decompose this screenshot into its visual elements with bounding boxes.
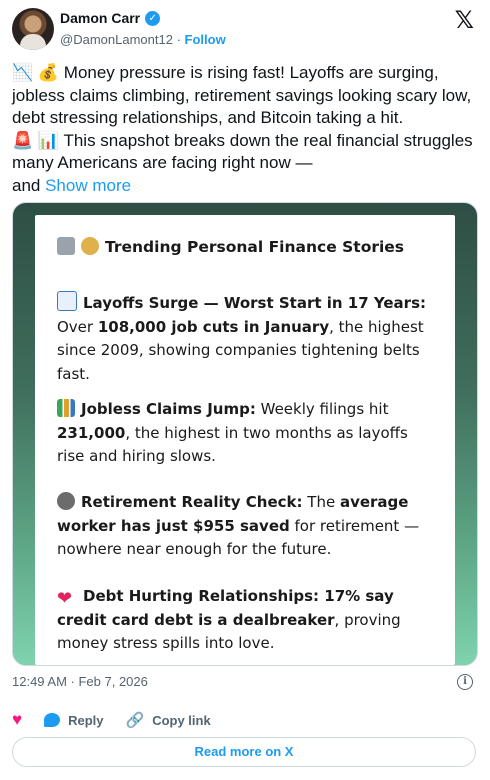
reply-bubble-icon (44, 713, 61, 727)
heart-icon: ♥ (12, 710, 23, 729)
tweet-text: 📉 💰 Money pressure is rising fast! Layof… (12, 62, 478, 197)
heart-icon: ❤ (57, 588, 73, 609)
story-body-bold: 231,000 (57, 423, 126, 442)
copy-link-label: Copy link (152, 712, 211, 728)
story-layoffs: Layoffs Surge — Worst Start in 17 Years:… (57, 291, 437, 386)
story-retirement: Retirement Reality Check: The average wo… (57, 491, 437, 562)
story-body-pre: The (302, 493, 340, 511)
author-display-name[interactable]: Damon Carr (60, 10, 140, 26)
copy-link-button[interactable]: 🔗 Copy link (126, 711, 211, 729)
tweet-timestamp[interactable]: 12:49 AM · Feb 7, 2026 (12, 674, 148, 689)
tweet-media-image[interactable]: Trending Personal Finance Stories Layoff… (12, 202, 478, 666)
newspaper-icon (57, 237, 75, 255)
story-debt-relationships: ❤ Debt Hurting Relationships: 17% say cre… (57, 585, 437, 656)
story-body-bold: 108,000 job cuts in January (97, 317, 330, 336)
note-title: Trending Personal Finance Stories (57, 237, 404, 256)
tweet-header: Damon Carr ✓ @DamonLamont12 · Follow 𝕏 (12, 8, 478, 52)
x-logo-icon[interactable]: 𝕏 (455, 8, 474, 32)
reply-button[interactable]: Reply (44, 712, 104, 728)
author-handle-row: @DamonLamont12 · Follow (60, 32, 226, 47)
follow-button[interactable]: Follow (185, 32, 226, 47)
story-heading: Retirement Reality Check: (81, 493, 303, 511)
chart-decreasing-icon (57, 291, 77, 311)
story-jobless-claims: Jobless Claims Jump: Weekly filings hit … (57, 398, 437, 469)
reply-label: Reply (68, 712, 104, 728)
avatar[interactable] (12, 8, 54, 50)
like-button[interactable]: ♥ (12, 710, 22, 730)
note-title-text: Trending Personal Finance Stories (105, 238, 405, 256)
note-card: Trending Personal Finance Stories Layoff… (35, 215, 455, 665)
story-heading: Jobless Claims Jump: (81, 400, 256, 418)
story-heading: Debt Hurting Relationships: (83, 587, 320, 605)
author-handle[interactable]: @DamonLamont12 (60, 32, 173, 47)
show-more-link[interactable]: Show more (45, 176, 131, 195)
info-icon[interactable]: i (457, 674, 473, 690)
hourglass-icon (57, 492, 75, 510)
money-bag-icon (81, 237, 99, 255)
author-name-row: Damon Carr ✓ (60, 10, 161, 26)
link-icon: 🔗 (125, 712, 145, 729)
read-more-button[interactable]: Read more on X (12, 737, 476, 767)
story-heading: Layoffs Surge — Worst Start in 17 Years: (83, 294, 427, 312)
verified-badge-icon: ✓ (145, 10, 161, 26)
handle-separator: · (176, 32, 181, 47)
action-bar: ♥ Reply 🔗 Copy link (12, 710, 233, 730)
bar-chart-icon (57, 399, 75, 417)
story-body-pre: Over (57, 317, 98, 336)
story-body-pre: Weekly filings hit (255, 400, 389, 418)
